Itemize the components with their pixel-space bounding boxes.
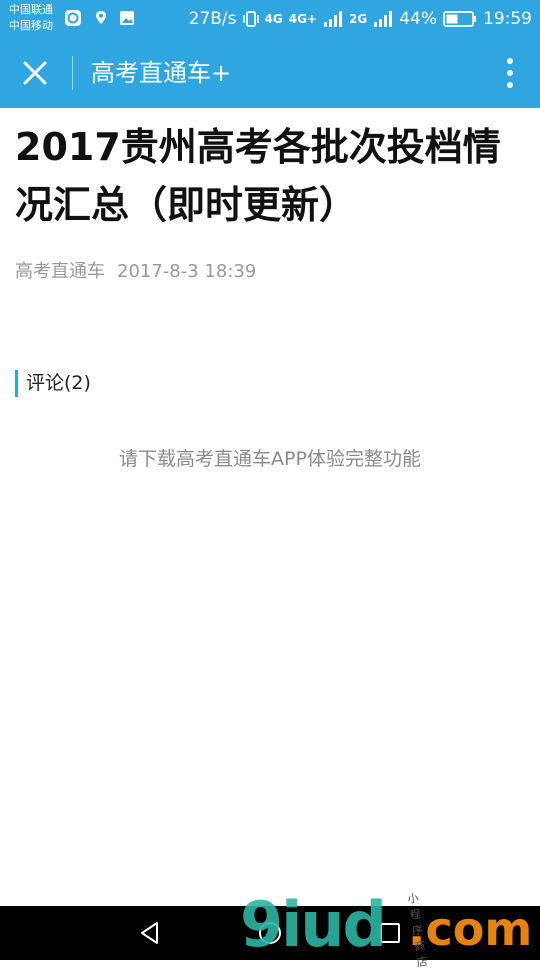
appbar-divider xyxy=(72,56,73,90)
vibrate-icon xyxy=(242,11,259,27)
net-4g-plus: 4G+ xyxy=(288,12,317,26)
watermark-suffix: .com xyxy=(408,902,533,956)
article-meta: 高考直通车 2017-8-3 18:39 xyxy=(15,257,256,283)
net-2g: 2G xyxy=(349,12,368,26)
app-bar: 高考直通车+ xyxy=(0,38,540,108)
battery-icon xyxy=(443,11,476,27)
article-source: 高考直通车 xyxy=(15,261,105,282)
location-icon xyxy=(96,11,106,24)
signal-icon xyxy=(324,11,342,27)
app-title: 高考直通车+ xyxy=(91,59,232,87)
back-icon[interactable] xyxy=(137,920,163,946)
net-4g: 4G xyxy=(264,12,283,26)
article-date: 2017-8-3 18:39 xyxy=(117,261,257,282)
article-title: 2017贵州高考各批次投档情况汇总（即时更新） xyxy=(15,125,501,227)
carrier-1: 中国联通 xyxy=(9,3,53,16)
battery-percent: 44% xyxy=(399,9,437,29)
more-options-icon[interactable] xyxy=(506,57,514,89)
comments-header[interactable]: 评论(2) xyxy=(15,370,91,397)
watermark-main: 9iud xyxy=(240,888,387,961)
clock: 19:59 xyxy=(483,9,532,29)
close-icon[interactable] xyxy=(20,58,50,88)
carrier-2: 中国移动 xyxy=(9,19,53,32)
download-app-prompt[interactable]: 请下载高考直通车APP体验完整功能 xyxy=(0,444,540,471)
app-notification-icon xyxy=(65,10,81,26)
carrier-labels: 中国联通 中国移动 xyxy=(9,2,53,34)
net-speed: 27B/s xyxy=(188,9,237,29)
signal-icon-2 xyxy=(374,11,393,27)
status-right: 27B/s 4G 4G+ 2G 44% 19:59 xyxy=(189,0,532,38)
gallery-icon xyxy=(120,11,134,25)
status-bar: 中国联通 中国移动 27B/s 4G 4G+ 2G 44% 19:59 xyxy=(0,0,540,38)
